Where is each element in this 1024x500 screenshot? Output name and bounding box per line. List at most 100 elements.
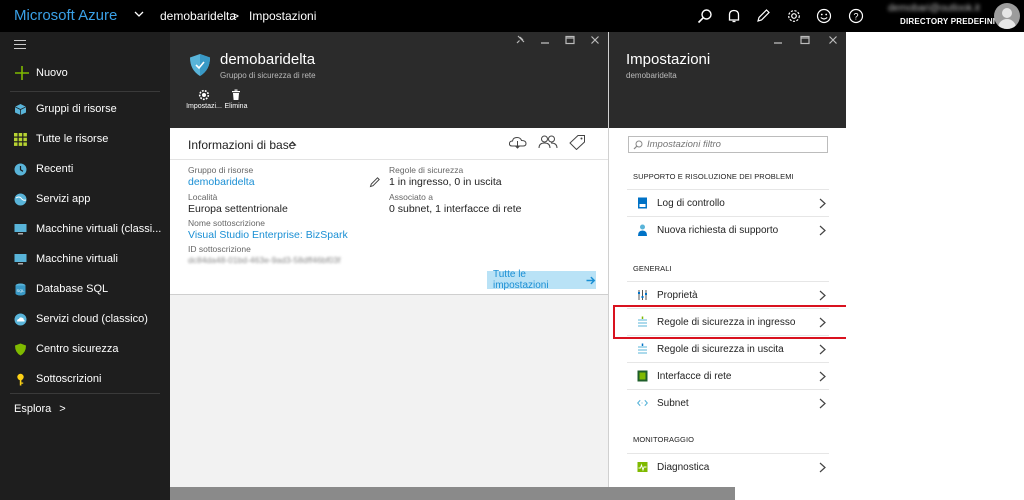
smiley-icon[interactable] [812, 4, 836, 28]
settings-item-outbound-security-rules[interactable]: Regole di sicurezza in uscita [627, 335, 829, 362]
maximize-icon[interactable] [800, 35, 810, 48]
cube-icon [14, 103, 27, 116]
chevron-right-icon [819, 344, 826, 355]
sidebar-item-label: Recenti [36, 163, 74, 175]
key-icon [14, 373, 27, 386]
brand-logo[interactable]: Microsoft Azure [14, 7, 117, 24]
settings-item-audit-log[interactable]: Log di controllo [627, 189, 829, 216]
breadcrumb-settings[interactable]: Impostazioni [249, 9, 316, 23]
close-icon[interactable] [590, 35, 600, 48]
settings-item-diagnostics[interactable]: Diagnostica [627, 453, 829, 480]
essentials-panel: Informazioni di base Gruppo di risorse d… [170, 128, 608, 294]
section-title-general: GENERALI [633, 264, 672, 273]
gear-icon[interactable] [782, 4, 806, 28]
sidebar: Nuovo Gruppi di risorse Tutte le risorse… [0, 32, 170, 500]
bell-icon[interactable] [722, 4, 746, 28]
subscription-name-label: Nome sottoscrizione [188, 218, 266, 228]
settings-item-subnet[interactable]: Subnet [627, 389, 829, 416]
settings-item-new-support-request[interactable]: Nuova richiesta di supporto [627, 216, 829, 243]
pen-icon[interactable] [751, 4, 775, 28]
sidebar-item-security-center[interactable]: Centro sicurezza [0, 335, 170, 363]
search-icon[interactable] [693, 4, 717, 28]
sidebar-item-sql-databases[interactable]: SQL Database SQL [0, 275, 170, 303]
diagnostics-icon [637, 461, 648, 473]
help-icon[interactable]: ? [844, 4, 868, 28]
avatar[interactable] [994, 3, 1020, 29]
database-icon: SQL [14, 283, 27, 296]
security-rules-value: 1 in ingresso, 0 in uscita [389, 176, 502, 188]
settings-item-network-interfaces[interactable]: Interfacce di rete [627, 362, 829, 389]
settings-item-properties[interactable]: Proprietà [627, 281, 829, 308]
resource-group-link[interactable]: demobaridelta [188, 176, 255, 188]
sidebar-item-recent[interactable]: Recenti [0, 155, 170, 183]
blade-subtitle: Gruppo di sicurezza di rete [220, 71, 316, 80]
trash-icon [216, 89, 256, 103]
sidebar-item-label: Esplora [14, 403, 52, 415]
sidebar-item-vms[interactable]: Macchine virtuali [0, 245, 170, 273]
section-title-monitoring: MONITORAGGIO [633, 435, 695, 444]
chevron-right-icon [819, 462, 826, 473]
shield-icon [14, 343, 27, 356]
empty-journey-area [846, 32, 1024, 500]
sidebar-item-classic-vms[interactable]: Macchine virtuali (classi... [0, 215, 170, 243]
horizontal-scrollbar[interactable] [170, 487, 735, 500]
grid-icon [14, 132, 27, 146]
sidebar-item-label: Gruppi di risorse [36, 103, 117, 115]
outbound-rules-icon [637, 343, 648, 355]
resource-group-label: Gruppo di risorse [188, 165, 254, 175]
users-icon[interactable] [538, 134, 558, 150]
chevron-up-icon[interactable] [288, 140, 297, 147]
all-settings-button[interactable]: Tutte le impostazioni [487, 269, 596, 291]
associated-to-label: Associato a [389, 192, 433, 202]
subscription-id-value: dc84da48-01bd-463e-9ad3-58dff46bf03f [188, 255, 341, 265]
hamburger-menu-icon[interactable] [14, 40, 26, 52]
section-title-support: SUPPORTO E RISOLUZIONE DEI PROBLEMI [633, 172, 794, 181]
sidebar-item-cloud-services[interactable]: Servizi cloud (classico) [0, 305, 170, 333]
network-interface-icon [637, 370, 648, 382]
sidebar-item-label: Nuovo [36, 67, 68, 79]
pin-icon[interactable] [515, 35, 525, 48]
blade-title: demobaridelta [220, 51, 316, 68]
maximize-icon[interactable] [565, 35, 575, 48]
essentials-title[interactable]: Informazioni di base [188, 138, 295, 152]
chevron-down-icon[interactable] [134, 9, 144, 19]
chevron-right-icon: > [59, 403, 66, 415]
cloud-download-icon[interactable] [508, 134, 528, 150]
close-icon[interactable] [828, 35, 838, 48]
settings-filter-input[interactable] [647, 139, 822, 150]
location-label: Località [188, 192, 218, 202]
sidebar-item-new[interactable]: Nuovo [0, 59, 170, 87]
sidebar-item-explore[interactable]: Esplora > [0, 395, 170, 423]
blade-subtitle: demobaridelta [626, 71, 677, 80]
chevron-right-icon [819, 198, 826, 209]
subnet-icon [637, 397, 648, 409]
sidebar-item-label: Database SQL [36, 283, 109, 295]
sidebar-item-all-resources[interactable]: Tutte le risorse [0, 125, 170, 153]
chevron-right-icon [819, 371, 826, 382]
breadcrumb-resource[interactable]: demobaridelta [160, 9, 236, 23]
minimize-icon[interactable] [773, 35, 783, 48]
account-email[interactable]: demobari@outlook.it [888, 3, 980, 14]
chevron-right-icon [819, 225, 826, 236]
nsg-blade: demobaridelta Gruppo di sicurezza di ret… [170, 32, 608, 500]
properties-icon [637, 289, 648, 301]
tag-icon[interactable] [568, 134, 586, 150]
sidebar-item-resource-groups[interactable]: Gruppi di risorse [0, 95, 170, 123]
svg-text:SQL: SQL [16, 288, 25, 293]
minimize-icon[interactable] [540, 35, 550, 48]
settings-filter-field[interactable] [628, 136, 828, 153]
search-icon [633, 140, 643, 149]
sidebar-item-label: Tutte le risorse [36, 133, 109, 145]
delete-command-button[interactable]: Elimina [216, 89, 256, 110]
subscription-name-link[interactable]: Visual Studio Enterprise: BizSpark [188, 229, 348, 241]
account-directory[interactable]: DIRECTORY PREDEFINITA [900, 17, 1006, 26]
highlight-box [613, 305, 852, 339]
edit-pencil-icon[interactable] [369, 176, 381, 188]
log-icon [637, 197, 648, 209]
settings-blade-header: Impostazioni demobaridelta [609, 32, 847, 128]
sidebar-item-app-services[interactable]: Servizi app [0, 185, 170, 213]
blade-title: Impostazioni [626, 51, 711, 68]
arrow-right-icon [586, 276, 596, 284]
sidebar-item-subscriptions[interactable]: Sottoscrizioni [0, 365, 170, 393]
network-security-group-icon [190, 54, 210, 76]
